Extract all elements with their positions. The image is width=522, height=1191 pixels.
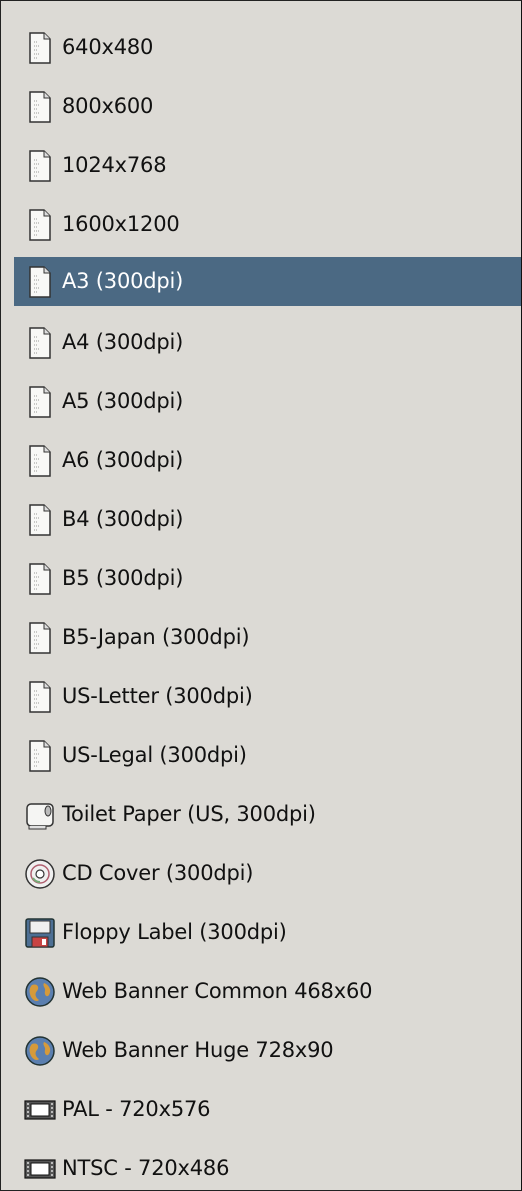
menu-item-b5-300dpi[interactable]: B5 (300dpi)	[14, 554, 521, 603]
menu-item-b4-300dpi[interactable]: B4 (300dpi)	[14, 495, 521, 544]
page-icon	[23, 739, 57, 773]
page-icon	[23, 503, 57, 537]
page-icon	[23, 562, 57, 596]
toilet-paper-icon	[23, 798, 57, 832]
menu-item-label: 640x480	[62, 35, 154, 59]
menu-item-label: A4 (300dpi)	[62, 330, 184, 354]
menu-item-label: B5 (300dpi)	[62, 566, 184, 590]
menu-item-label: 1024x768	[62, 153, 167, 177]
menu-item-640x480[interactable]: 640x480	[14, 23, 521, 72]
menu-item-label: B5-Japan (300dpi)	[62, 625, 250, 649]
menu-item-a4-300dpi[interactable]: A4 (300dpi)	[14, 318, 521, 367]
film-icon	[23, 1152, 57, 1186]
floppy-icon	[23, 916, 57, 950]
menu-item-us-legal-300dpi[interactable]: US-Legal (300dpi)	[14, 731, 521, 780]
menu-item-label: Toilet Paper (US, 300dpi)	[62, 802, 316, 826]
menu-item-a5-300dpi[interactable]: A5 (300dpi)	[14, 377, 521, 426]
menu-item-floppy-label-300dpi[interactable]: Floppy Label (300dpi)	[14, 908, 521, 957]
menu-item-label: Web Banner Huge 728x90	[62, 1038, 334, 1062]
page-icon	[23, 385, 57, 419]
menu-item-a3-300dpi[interactable]: A3 (300dpi)	[14, 257, 521, 306]
menu-item-web-banner-huge-728x90[interactable]: Web Banner Huge 728x90	[14, 1026, 521, 1075]
menu-item-pal-720x576[interactable]: PAL - 720x576	[14, 1085, 521, 1134]
menu-item-ntsc-720x486[interactable]: NTSC - 720x486	[14, 1144, 521, 1190]
menu-item-a6-300dpi[interactable]: A6 (300dpi)	[14, 436, 521, 485]
film-icon	[23, 1093, 57, 1127]
menu-item-label: US-Legal (300dpi)	[62, 743, 247, 767]
page-icon	[23, 680, 57, 714]
page-icon	[23, 265, 57, 299]
menu-item-label: 1600x1200	[62, 212, 180, 236]
globe-icon	[23, 975, 57, 1009]
menu-item-label: NTSC - 720x486	[62, 1156, 230, 1180]
menu-item-label: CD Cover (300dpi)	[62, 861, 254, 885]
page-icon	[23, 208, 57, 242]
menu-item-b5-japan-300dpi[interactable]: B5-Japan (300dpi)	[14, 613, 521, 662]
menu-item-label: A3 (300dpi)	[62, 269, 184, 293]
menu-item-label: A5 (300dpi)	[62, 389, 184, 413]
globe-icon	[23, 1034, 57, 1068]
menu-item-label: Floppy Label (300dpi)	[62, 920, 287, 944]
page-icon	[23, 326, 57, 360]
template-size-menu: 640x480 800x600 1024x768 1600x1200 A3 (3…	[0, 0, 522, 1191]
menu-item-1600x1200[interactable]: 1600x1200	[14, 200, 521, 249]
page-icon	[23, 90, 57, 124]
menu-item-label: US-Letter (300dpi)	[62, 684, 253, 708]
menu-item-label: A6 (300dpi)	[62, 448, 184, 472]
menu-item-web-banner-common-468x60[interactable]: Web Banner Common 468x60	[14, 967, 521, 1016]
page-icon	[23, 444, 57, 478]
menu-item-toilet-paper-us-300dpi[interactable]: Toilet Paper (US, 300dpi)	[14, 790, 521, 839]
page-icon	[23, 31, 57, 65]
cd-icon	[23, 857, 57, 891]
menu-item-cd-cover-300dpi[interactable]: CD Cover (300dpi)	[14, 849, 521, 898]
menu-item-800x600[interactable]: 800x600	[14, 82, 521, 131]
menu-item-label: PAL - 720x576	[62, 1097, 211, 1121]
page-icon	[23, 621, 57, 655]
menu-item-us-letter-300dpi[interactable]: US-Letter (300dpi)	[14, 672, 521, 721]
menu-item-label: 800x600	[62, 94, 154, 118]
menu-item-label: Web Banner Common 468x60	[62, 979, 373, 1003]
menu-item-label: B4 (300dpi)	[62, 507, 184, 531]
page-icon	[23, 149, 57, 183]
menu-item-1024x768[interactable]: 1024x768	[14, 141, 521, 190]
